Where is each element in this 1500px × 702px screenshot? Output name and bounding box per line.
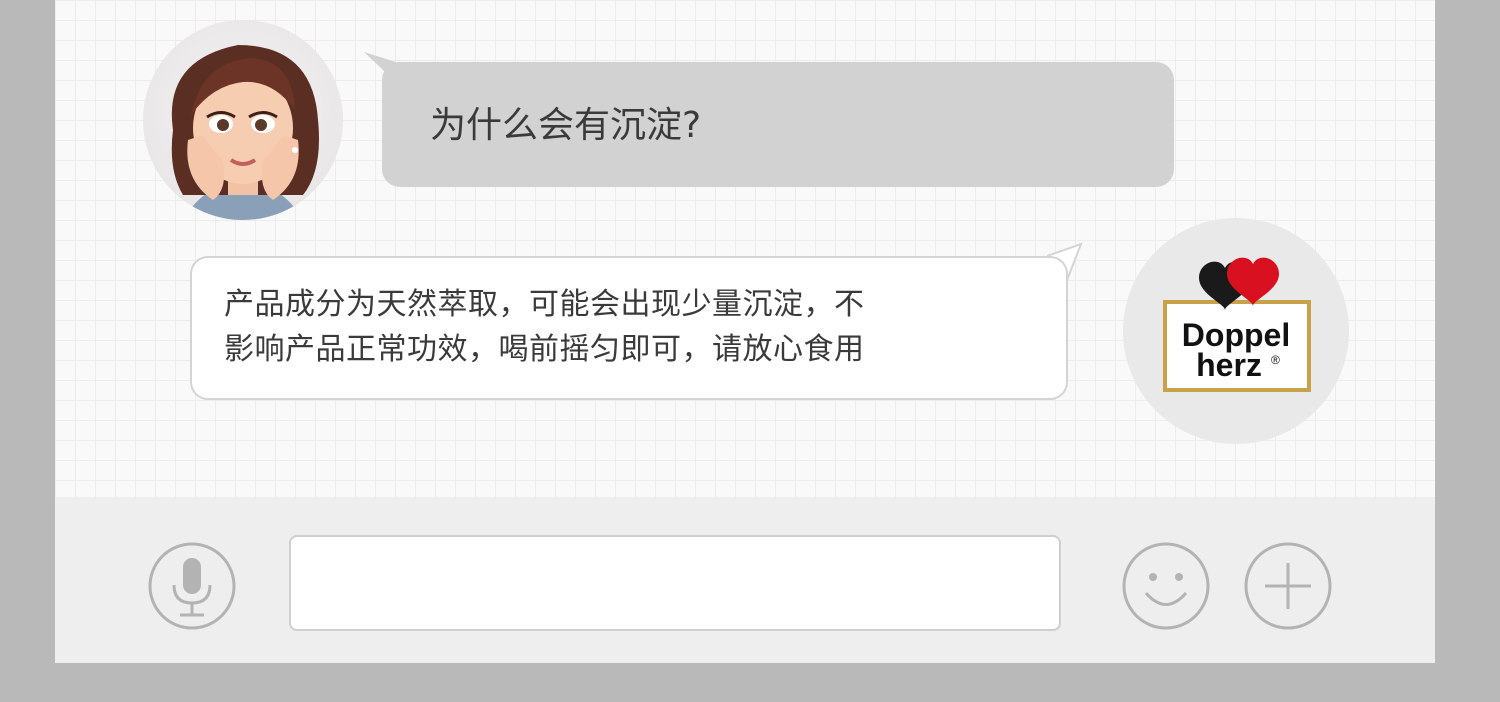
user-avatar[interactable]	[143, 20, 343, 220]
message-text-line: 影响产品正常功效，喝前摇匀即可，请放心食用	[224, 332, 865, 367]
microphone-icon	[148, 542, 236, 630]
more-button[interactable]	[1243, 541, 1333, 635]
message-text: 为什么会有沉淀?	[430, 105, 702, 146]
message-bubble-outgoing[interactable]: 产品成分为天然萃取，可能会出现少量沉淀，不 影响产品正常功效，喝前摇匀即可，请放…	[190, 256, 1068, 400]
chat-screen: 为什么会有沉淀? 产品成分为天然萃取，可能会出现少量沉淀，不 影响产品正常功效，…	[55, 0, 1435, 663]
emoji-icon	[1122, 542, 1210, 630]
registered-mark: ®	[1271, 353, 1280, 367]
message-input[interactable]	[289, 535, 1061, 631]
message-list: 为什么会有沉淀? 产品成分为天然萃取，可能会出现少量沉淀，不 影响产品正常功效，…	[55, 0, 1435, 497]
logo-text-line2: herz	[1196, 347, 1262, 383]
doppelherz-logo: Doppel herz ®	[1163, 257, 1311, 392]
brand-avatar[interactable]: Doppel herz ®	[1123, 218, 1349, 444]
voice-button[interactable]	[147, 541, 237, 635]
message-bubble-incoming[interactable]: 为什么会有沉淀?	[382, 62, 1174, 187]
plus-icon	[1244, 542, 1332, 630]
emoji-button[interactable]	[1121, 541, 1211, 635]
cartoon-woman-illustration	[171, 45, 319, 220]
input-bar	[55, 497, 1435, 663]
message-text-line: 产品成分为天然萃取，可能会出现少量沉淀，不	[224, 287, 865, 322]
